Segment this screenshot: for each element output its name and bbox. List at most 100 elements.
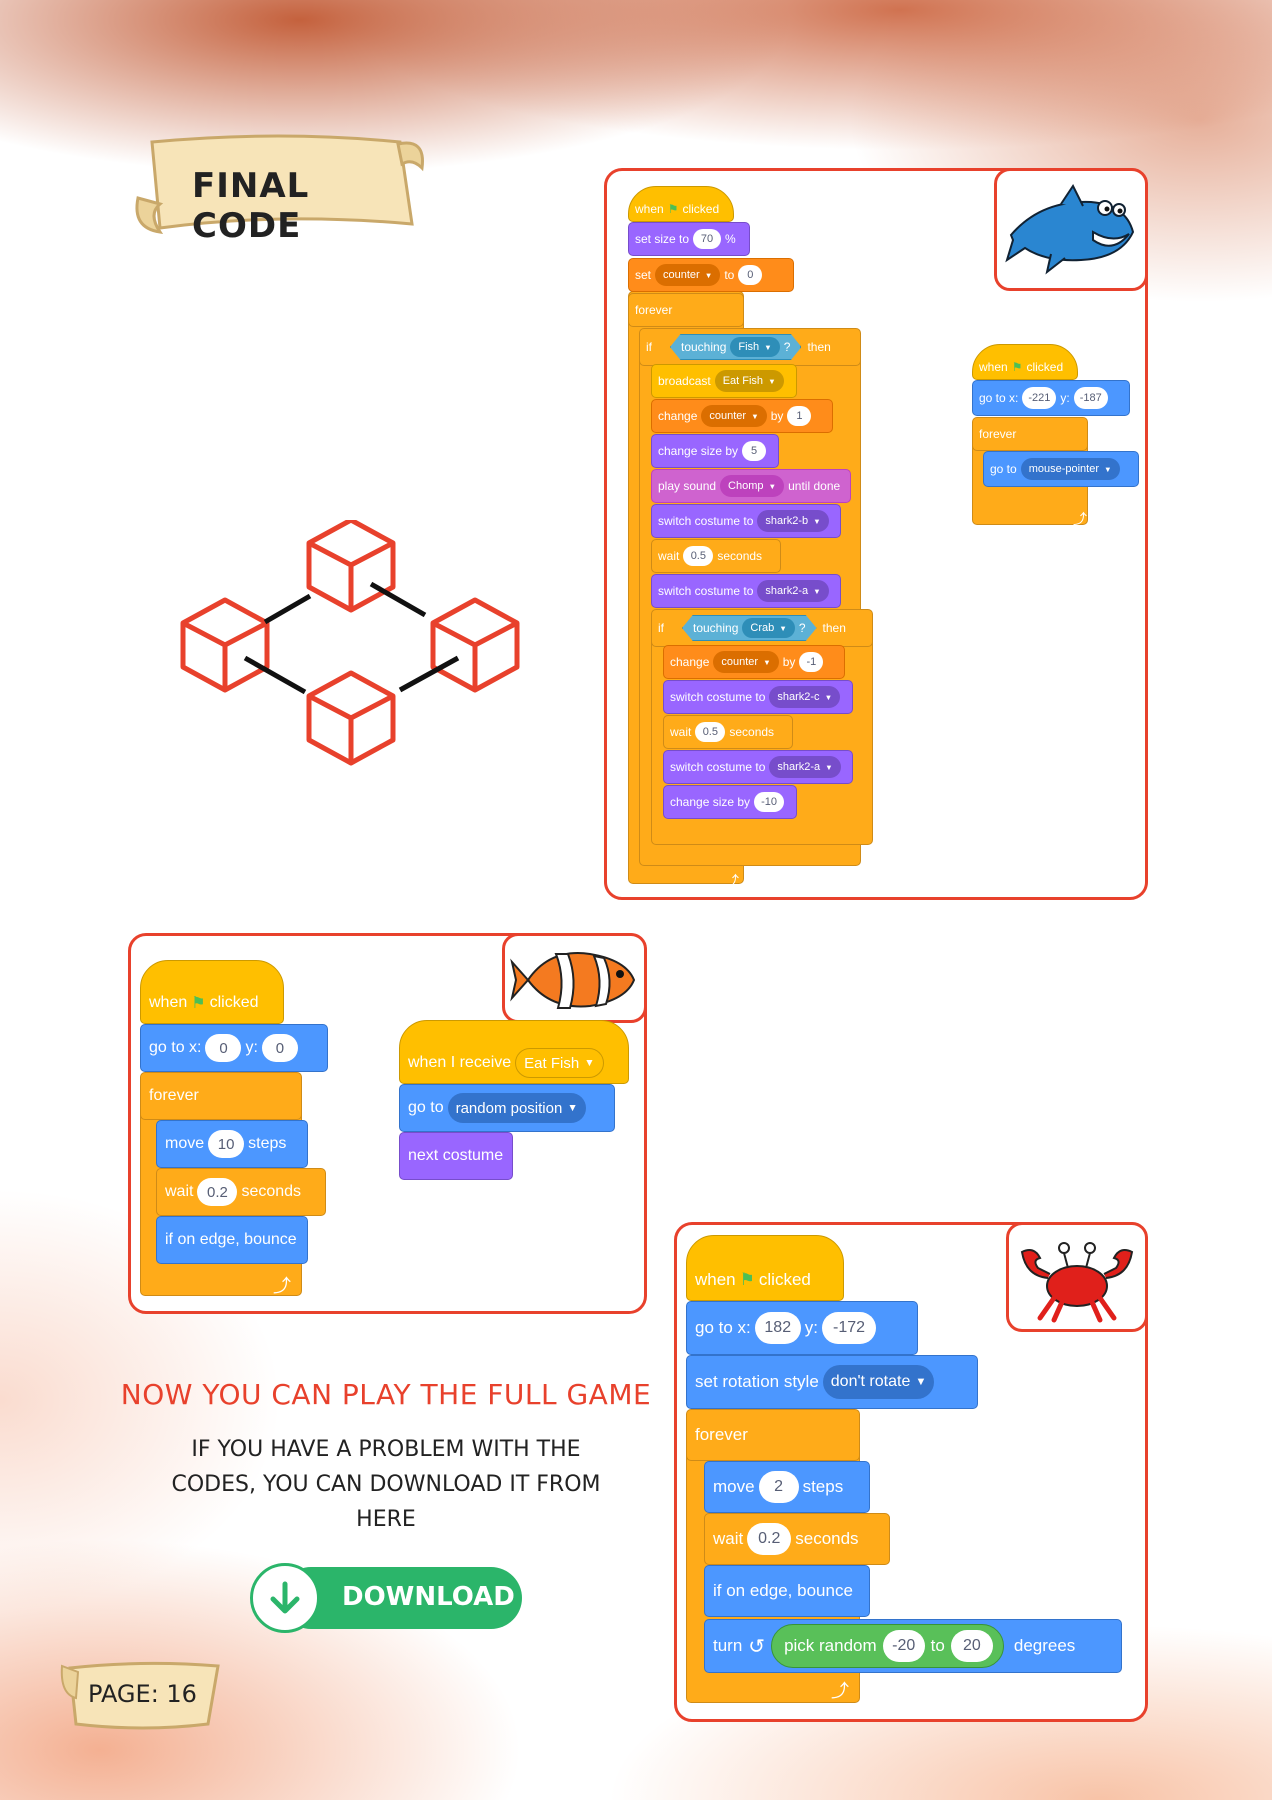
wait-value[interactable]: 0.2 [197,1178,238,1206]
random-max-value[interactable]: 20 [950,1630,993,1662]
when-receive-label: when I receive [408,1054,512,1071]
increment-value[interactable]: 1 [787,406,812,426]
caret-icon: ▼ [813,586,821,596]
goto-x-label: go to x: [695,1318,751,1337]
y-value[interactable]: -187 [1073,387,1108,409]
forever-block-fish[interactable]: forever [140,1072,302,1120]
counter-dropdown[interactable]: counter ▼ [701,405,767,427]
costume-dropdown[interactable]: shark2-a ▼ [769,756,841,778]
clicked-label: clicked [1026,360,1064,374]
switch-costume-c-block[interactable]: switch costume to shark2-c ▼ [663,680,853,714]
eat-fish-label: Eat Fish [722,375,764,387]
move-steps-block-crab[interactable]: move 2 steps [704,1461,870,1513]
counter-init-value[interactable]: 0 [738,265,763,285]
y-value[interactable]: 0 [261,1034,298,1062]
rotation-style-block[interactable]: set rotation style don't rotate ▼ [686,1355,978,1409]
change-counter-block[interactable]: change counter ▼ by 1 [651,399,833,433]
to-label: to [930,1636,945,1655]
counter-dropdown[interactable]: counter ▼ [655,264,721,286]
when-receive-block[interactable]: when I receive Eat Fish ▼ [399,1020,629,1084]
clicked-label: clicked [758,1270,811,1289]
when-flag-clicked-block[interactable]: when ⚑ clicked [628,186,734,222]
x-value[interactable]: 0 [205,1034,242,1062]
crab-dropdown[interactable]: Crab ▼ [742,618,795,638]
decrement-value[interactable]: -1 [799,652,824,672]
goto-random-block[interactable]: go to random position ▼ [399,1084,615,1132]
size-inc-value[interactable]: 5 [742,441,767,461]
green-flag-icon: ⚑ [1011,360,1023,374]
rotation-dropdown[interactable]: don't rotate ▼ [822,1365,935,1399]
edge-bounce-block-crab[interactable]: if on edge, bounce [704,1565,870,1617]
download-button[interactable]: DOWNLOAD [250,1563,522,1633]
change-size-dec-block[interactable]: change size by -10 [663,785,797,819]
cta-line-3: HERE [356,1507,416,1532]
switch-costume-a-block[interactable]: switch costume to shark2-a ▼ [651,574,841,608]
size-value[interactable]: 70 [693,229,722,249]
switch-costume-a2-block[interactable]: switch costume to shark2-a ▼ [663,750,853,784]
fish-dropdown[interactable]: Fish ▼ [730,337,780,357]
move-steps-block-fish[interactable]: move 10 steps [156,1120,308,1168]
edge-bounce-block-fish[interactable]: if on edge, bounce [156,1216,308,1264]
green-flag-icon: ⚑ [739,1270,755,1289]
wait-block[interactable]: wait 0.5 seconds [651,539,781,573]
x-value[interactable]: -221 [1022,387,1057,409]
costume-label: shark2-c [777,691,820,703]
set-counter-block[interactable]: set counter ▼ to 0 [628,258,794,292]
degrees-label: degrees [1013,1636,1076,1655]
change-counter-dec-block[interactable]: change counter ▼ by -1 [663,645,845,679]
if-touching-fish-block[interactable]: if touching Fish ▼ ? then [639,328,861,366]
target-dropdown[interactable]: mouse-pointer ▼ [1020,458,1120,480]
download-label: DOWNLOAD [342,1582,515,1612]
page-number-banner: PAGE: 16 [58,1658,228,1736]
change-size-block[interactable]: change size by 5 [651,434,779,468]
costume-dropdown[interactable]: shark2-b ▼ [757,510,829,532]
wait-value[interactable]: 0.5 [695,722,726,742]
change-label: change [658,409,698,423]
wait-block-fish[interactable]: wait 0.2 seconds [156,1168,326,1216]
goto-xy-block[interactable]: go to x: -221 y: -187 [972,380,1130,416]
goto-xy-block-fish[interactable]: go to x: 0 y: 0 [140,1024,328,1072]
forever-label: forever [695,1425,748,1444]
touching-crab-sensor[interactable]: touching Crab ▼ ? [682,615,817,641]
green-flag-icon: ⚑ [667,202,679,216]
x-value[interactable]: 182 [754,1312,801,1344]
broadcast-block[interactable]: broadcast Eat Fish ▼ [651,364,797,398]
forever-block-crab[interactable]: forever [686,1409,860,1461]
when-flag-clicked-block-crab[interactable]: when ⚑ clicked [686,1235,844,1301]
question-label: ? [783,340,791,354]
target-dropdown[interactable]: random position ▼ [447,1093,586,1123]
switch-costume-b-block[interactable]: switch costume to shark2-b ▼ [651,504,841,538]
message-dropdown[interactable]: Eat Fish ▼ [515,1048,604,1078]
pick-random-operator[interactable]: pick random -20 to 20 [771,1624,1004,1668]
forever-block-2[interactable]: forever [972,417,1088,451]
goto-mouse-block[interactable]: go to mouse-pointer ▼ [983,451,1139,487]
set-size-block[interactable]: set size to 70 % [628,222,750,256]
wait-value[interactable]: 0.5 [683,546,714,566]
steps-value[interactable]: 2 [758,1471,799,1503]
wait-block-crab[interactable]: wait 0.2 seconds [704,1513,890,1565]
set-size-label: set size to [635,232,690,246]
wait-block-2[interactable]: wait 0.5 seconds [663,715,793,749]
forever-block[interactable]: forever [628,293,744,327]
caret-icon: ▼ [584,1057,595,1069]
random-min-value[interactable]: -20 [882,1630,925,1662]
if-touching-crab-block[interactable]: if touching Crab ▼ ? then [651,609,873,647]
wait-value[interactable]: 0.2 [747,1523,792,1555]
random-label: random position [455,1099,563,1117]
costume-dropdown[interactable]: shark2-c ▼ [769,686,841,708]
size-dec-value[interactable]: -10 [754,792,785,812]
steps-value[interactable]: 10 [208,1130,245,1158]
next-costume-block[interactable]: next costume [399,1132,513,1180]
when-flag-clicked-block-fish[interactable]: when ⚑ clicked [140,960,284,1024]
turn-random-block[interactable]: turn ↺ pick random -20 to 20 degrees [704,1619,1122,1673]
forever-label: forever [149,1087,199,1104]
touching-fish-sensor[interactable]: touching Fish ▼ ? [670,334,802,360]
y-value[interactable]: -172 [822,1312,876,1344]
when-flag-clicked-block-2[interactable]: when ⚑ clicked [972,344,1078,380]
sound-dropdown[interactable]: Chomp ▼ [720,475,785,497]
goto-xy-block-crab[interactable]: go to x: 182 y: -172 [686,1301,918,1355]
costume-dropdown[interactable]: shark2-a ▼ [757,580,829,602]
counter-dropdown[interactable]: counter ▼ [713,651,779,673]
message-dropdown[interactable]: Eat Fish ▼ [714,370,784,392]
play-sound-block[interactable]: play sound Chomp ▼ until done [651,469,851,503]
